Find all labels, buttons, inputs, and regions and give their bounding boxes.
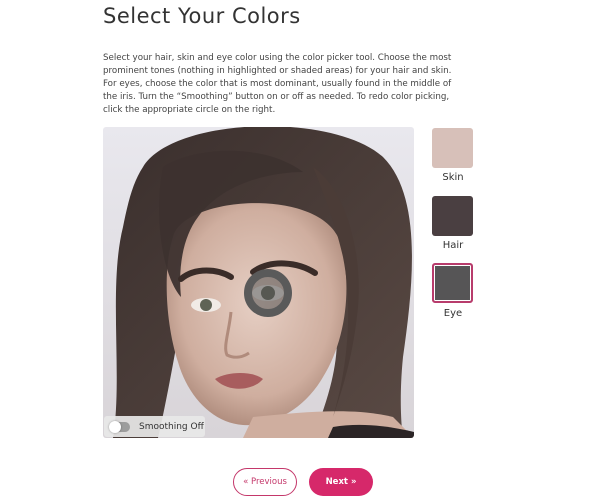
swatch-eye[interactable] bbox=[432, 263, 473, 303]
smoothing-switch[interactable] bbox=[109, 420, 130, 433]
switch-knob bbox=[109, 420, 121, 433]
swatch-label-skin: Skin bbox=[442, 172, 464, 183]
previous-button[interactable]: « Previous bbox=[233, 468, 297, 496]
swatch-hair[interactable] bbox=[432, 196, 473, 236]
color-picker-marker bbox=[244, 269, 292, 317]
swatch-skin[interactable] bbox=[432, 128, 473, 168]
smoothing-toggle[interactable]: Smoothing Off bbox=[104, 416, 205, 437]
portrait-photo[interactable] bbox=[103, 127, 414, 438]
instructions-text: Select your hair, skin and eye color usi… bbox=[103, 53, 452, 115]
portrait-image[interactable] bbox=[103, 127, 414, 438]
swatch-label-eye: Eye bbox=[443, 308, 463, 319]
smoothing-label: Smoothing Off bbox=[139, 421, 204, 432]
page-title: Select Your Colors bbox=[103, 4, 301, 28]
swatch-label-hair: Hair bbox=[442, 240, 464, 251]
next-button[interactable]: Next » bbox=[309, 468, 373, 496]
